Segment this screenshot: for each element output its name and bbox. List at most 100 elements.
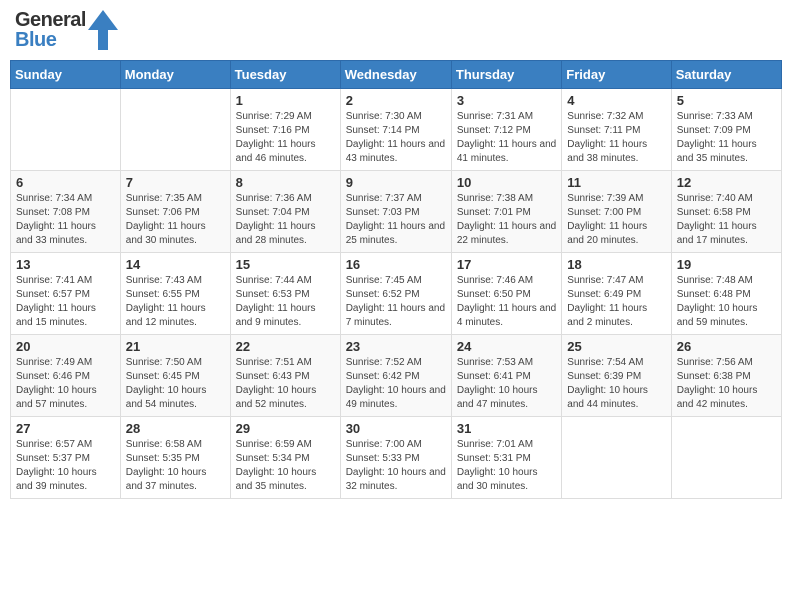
- day-number: 17: [457, 257, 556, 272]
- calendar-day-cell: 6Sunrise: 7:34 AMSunset: 7:08 PMDaylight…: [11, 171, 121, 253]
- calendar-header-row: SundayMondayTuesdayWednesdayThursdayFrid…: [11, 61, 782, 89]
- day-info: Sunrise: 7:30 AMSunset: 7:14 PMDaylight:…: [346, 110, 446, 166]
- calendar-day-cell: 18Sunrise: 7:47 AMSunset: 6:49 PMDayligh…: [562, 253, 671, 335]
- day-info: Sunrise: 7:46 AMSunset: 6:50 PMDaylight:…: [457, 274, 556, 330]
- day-number: 20: [16, 339, 115, 354]
- day-info: Sunrise: 7:50 AMSunset: 6:45 PMDaylight:…: [126, 356, 225, 412]
- day-info: Sunrise: 7:51 AMSunset: 6:43 PMDaylight:…: [236, 356, 335, 412]
- calendar-day-cell: 20 Sunrise: 7:49 AMSunset: 6:46 PMDayligh…: [11, 335, 121, 417]
- calendar-day-cell: 1 Sunrise: 7:29 AMSunset: 7:16 PMDaylight…: [230, 89, 340, 171]
- day-number: 5: [677, 93, 776, 108]
- calendar-week-row: 6Sunrise: 7:34 AMSunset: 7:08 PMDaylight…: [11, 171, 782, 253]
- calendar-day-cell: 2 Sunrise: 7:30 AMSunset: 7:14 PMDaylight…: [340, 89, 451, 171]
- calendar-day-cell: 30 Sunrise: 7:00 AMSunset: 5:33 PMDayligh…: [340, 417, 451, 499]
- day-number: 22: [236, 339, 335, 354]
- day-info: Sunrise: 7:35 AMSunset: 7:06 PMDaylight:…: [126, 192, 225, 248]
- logo-general: General: [15, 10, 86, 30]
- day-of-week-header: Wednesday: [340, 61, 451, 89]
- day-number: 18: [567, 257, 665, 272]
- day-info: Sunrise: 7:01 AMSunset: 5:31 PMDaylight:…: [457, 438, 556, 494]
- day-of-week-header: Friday: [562, 61, 671, 89]
- day-info: Sunrise: 6:57 AMSunset: 5:37 PMDaylight:…: [16, 438, 115, 494]
- calendar-week-row: 13Sunrise: 7:41 AMSunset: 6:57 PMDayligh…: [11, 253, 782, 335]
- day-info: Sunrise: 7:32 AMSunset: 7:11 PMDaylight:…: [567, 110, 665, 166]
- calendar-day-cell: 19 Sunrise: 7:48 AMSunset: 6:48 PMDayligh…: [671, 253, 781, 335]
- calendar-day-cell: 21Sunrise: 7:50 AMSunset: 6:45 PMDayligh…: [120, 335, 230, 417]
- day-info: Sunrise: 7:56 AMSunset: 6:38 PMDaylight:…: [677, 356, 776, 412]
- logo-blue: Blue: [15, 30, 86, 50]
- calendar-day-cell: 28 Sunrise: 6:58 AMSunset: 5:35 PMDayligh…: [120, 417, 230, 499]
- calendar-day-cell: 4Sunrise: 7:32 AMSunset: 7:11 PMDaylight…: [562, 89, 671, 171]
- day-of-week-header: Saturday: [671, 61, 781, 89]
- calendar-day-cell: 9 Sunrise: 7:37 AMSunset: 7:03 PMDaylight…: [340, 171, 451, 253]
- day-info: Sunrise: 7:38 AMSunset: 7:01 PMDaylight:…: [457, 192, 556, 248]
- calendar-day-cell: 3 Sunrise: 7:31 AMSunset: 7:12 PMDaylight…: [451, 89, 561, 171]
- day-number: 30: [346, 421, 446, 436]
- day-number: 7: [126, 175, 225, 190]
- day-info: Sunrise: 7:37 AMSunset: 7:03 PMDaylight:…: [346, 192, 446, 248]
- calendar-day-cell: 8 Sunrise: 7:36 AMSunset: 7:04 PMDaylight…: [230, 171, 340, 253]
- day-info: Sunrise: 7:49 AMSunset: 6:46 PMDaylight:…: [16, 356, 115, 412]
- day-number: 29: [236, 421, 335, 436]
- calendar-day-cell: 27Sunrise: 6:57 AMSunset: 5:37 PMDayligh…: [11, 417, 121, 499]
- day-number: 19: [677, 257, 776, 272]
- day-number: 8: [236, 175, 335, 190]
- day-number: 16: [346, 257, 446, 272]
- calendar-day-cell: 7 Sunrise: 7:35 AMSunset: 7:06 PMDaylight…: [120, 171, 230, 253]
- day-number: 23: [346, 339, 446, 354]
- day-info: Sunrise: 7:31 AMSunset: 7:12 PMDaylight:…: [457, 110, 556, 166]
- day-info: Sunrise: 7:41 AMSunset: 6:57 PMDaylight:…: [16, 274, 115, 330]
- logo: General Blue: [15, 10, 118, 50]
- calendar-day-cell: [671, 417, 781, 499]
- day-info: Sunrise: 7:33 AMSunset: 7:09 PMDaylight:…: [677, 110, 776, 166]
- day-info: Sunrise: 7:43 AMSunset: 6:55 PMDaylight:…: [126, 274, 225, 330]
- day-info: Sunrise: 7:40 AMSunset: 6:58 PMDaylight:…: [677, 192, 776, 248]
- calendar-day-cell: 16 Sunrise: 7:45 AMSunset: 6:52 PMDayligh…: [340, 253, 451, 335]
- day-info: Sunrise: 7:48 AMSunset: 6:48 PMDaylight:…: [677, 274, 776, 330]
- day-number: 2: [346, 93, 446, 108]
- day-number: 25: [567, 339, 665, 354]
- day-info: Sunrise: 7:36 AMSunset: 7:04 PMDaylight:…: [236, 192, 335, 248]
- calendar-week-row: 27Sunrise: 6:57 AMSunset: 5:37 PMDayligh…: [11, 417, 782, 499]
- calendar-day-cell: [562, 417, 671, 499]
- day-number: 9: [346, 175, 446, 190]
- page-header: General Blue: [10, 10, 782, 50]
- day-of-week-header: Tuesday: [230, 61, 340, 89]
- day-number: 3: [457, 93, 556, 108]
- calendar-day-cell: 5 Sunrise: 7:33 AMSunset: 7:09 PMDaylight…: [671, 89, 781, 171]
- day-info: Sunrise: 6:59 AMSunset: 5:34 PMDaylight:…: [236, 438, 335, 494]
- day-number: 31: [457, 421, 556, 436]
- day-number: 10: [457, 175, 556, 190]
- day-info: Sunrise: 7:44 AMSunset: 6:53 PMDaylight:…: [236, 274, 335, 330]
- calendar-day-cell: 12 Sunrise: 7:40 AMSunset: 6:58 PMDayligh…: [671, 171, 781, 253]
- day-info: Sunrise: 7:29 AMSunset: 7:16 PMDaylight:…: [236, 110, 335, 166]
- day-info: Sunrise: 7:54 AMSunset: 6:39 PMDaylight:…: [567, 356, 665, 412]
- calendar-day-cell: 13Sunrise: 7:41 AMSunset: 6:57 PMDayligh…: [11, 253, 121, 335]
- day-info: Sunrise: 7:52 AMSunset: 6:42 PMDaylight:…: [346, 356, 446, 412]
- calendar-table: SundayMondayTuesdayWednesdayThursdayFrid…: [10, 60, 782, 499]
- calendar-day-cell: 29 Sunrise: 6:59 AMSunset: 5:34 PMDayligh…: [230, 417, 340, 499]
- calendar-day-cell: 24Sunrise: 7:53 AMSunset: 6:41 PMDayligh…: [451, 335, 561, 417]
- day-number: 11: [567, 175, 665, 190]
- day-number: 12: [677, 175, 776, 190]
- day-info: Sunrise: 7:00 AMSunset: 5:33 PMDaylight:…: [346, 438, 446, 494]
- calendar-day-cell: 31 Sunrise: 7:01 AMSunset: 5:31 PMDayligh…: [451, 417, 561, 499]
- day-of-week-header: Sunday: [11, 61, 121, 89]
- day-of-week-header: Monday: [120, 61, 230, 89]
- calendar-week-row: 1 Sunrise: 7:29 AMSunset: 7:16 PMDaylight…: [11, 89, 782, 171]
- logo-arrow-icon: [88, 10, 118, 50]
- calendar-day-cell: [11, 89, 121, 171]
- calendar-day-cell: 17 Sunrise: 7:46 AMSunset: 6:50 PMDayligh…: [451, 253, 561, 335]
- day-info: Sunrise: 7:45 AMSunset: 6:52 PMDaylight:…: [346, 274, 446, 330]
- calendar-day-cell: 15Sunrise: 7:44 AMSunset: 6:53 PMDayligh…: [230, 253, 340, 335]
- calendar-day-cell: 22 Sunrise: 7:51 AMSunset: 6:43 PMDayligh…: [230, 335, 340, 417]
- calendar-day-cell: 10 Sunrise: 7:38 AMSunset: 7:01 PMDayligh…: [451, 171, 561, 253]
- calendar-day-cell: 26Sunrise: 7:56 AMSunset: 6:38 PMDayligh…: [671, 335, 781, 417]
- day-info: Sunrise: 6:58 AMSunset: 5:35 PMDaylight:…: [126, 438, 225, 494]
- day-number: 6: [16, 175, 115, 190]
- day-number: 28: [126, 421, 225, 436]
- day-number: 14: [126, 257, 225, 272]
- day-number: 24: [457, 339, 556, 354]
- day-number: 1: [236, 93, 335, 108]
- day-of-week-header: Thursday: [451, 61, 561, 89]
